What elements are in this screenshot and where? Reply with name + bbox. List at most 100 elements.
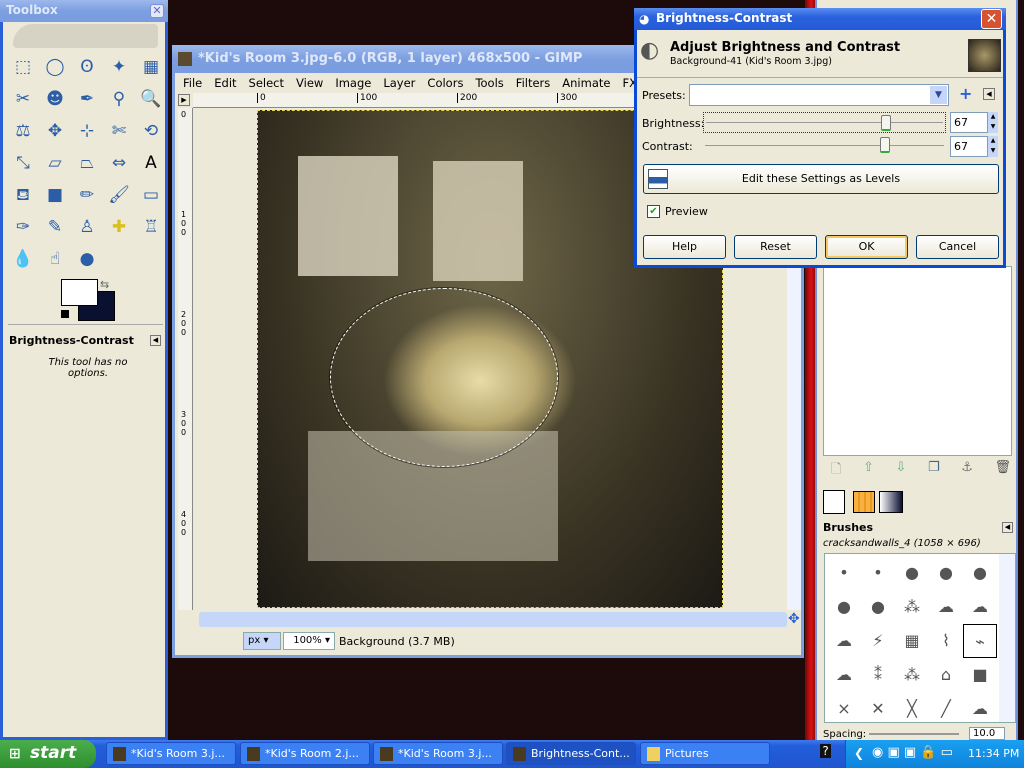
brush-item[interactable]: ● bbox=[895, 556, 929, 590]
move-tool-icon[interactable]: ✥ bbox=[42, 118, 68, 144]
tray-icons[interactable]: ◉ ▣ ▣ 🔒 ▭ bbox=[872, 745, 953, 760]
foreground-select-tool-icon[interactable]: ☻ bbox=[42, 86, 68, 112]
brush-item[interactable]: ● bbox=[929, 556, 963, 590]
measure-tool-icon[interactable]: ⚖ bbox=[10, 118, 36, 144]
ellipse-select-tool-icon[interactable]: ◯ bbox=[42, 54, 68, 80]
contrast-slider[interactable] bbox=[703, 135, 946, 156]
duplicate-layer-icon[interactable]: ❐ bbox=[928, 460, 940, 482]
spacing-slider[interactable] bbox=[869, 733, 959, 735]
dialog-titlebar[interactable]: ◕ Brightness-Contrast ✕ bbox=[634, 8, 1006, 30]
brush-item[interactable]: ⌇ bbox=[929, 624, 963, 658]
menu-animate[interactable]: Animate bbox=[562, 76, 610, 90]
paths-tool-icon[interactable]: ✒ bbox=[74, 86, 100, 112]
brush-item[interactable]: ✕ bbox=[861, 692, 895, 726]
perspective-clone-tool-icon[interactable]: ♖ bbox=[138, 214, 164, 240]
brush-item[interactable]: ⌂ bbox=[929, 658, 963, 692]
toolbox-close-button[interactable]: ✕ bbox=[150, 4, 164, 18]
color-picker-tool-icon[interactable]: ⚲ bbox=[106, 86, 132, 112]
brush-item[interactable]: ⌁ bbox=[963, 624, 997, 658]
scale-tool-icon[interactable]: ⤡ bbox=[10, 150, 36, 176]
brushes-grid[interactable]: • • ● ● ● ● ● ⁂ ☁ ☁ ☁ ⚡ ▦ ⌇ ⌁ ☁ ⁑ ⁂ ⌂ ■ × ✕ ╳ ╱ ☁ bbox=[824, 553, 1016, 723]
tab-patterns[interactable] bbox=[853, 491, 875, 513]
ink-tool-icon[interactable]: ✎ bbox=[42, 214, 68, 240]
contrast-input[interactable]: 67 bbox=[950, 136, 988, 157]
brightness-slider-thumb[interactable] bbox=[880, 115, 891, 131]
cancel-button[interactable]: Cancel bbox=[916, 235, 999, 259]
ok-button[interactable]: OK bbox=[825, 235, 908, 259]
heal-tool-icon[interactable]: ✚ bbox=[106, 214, 132, 240]
taskbar-item[interactable]: *Kid's Room 3.j... bbox=[373, 742, 503, 765]
unit-select[interactable]: px ▾ bbox=[243, 632, 281, 650]
text-tool-icon[interactable]: A bbox=[138, 150, 164, 176]
free-select-tool-icon[interactable]: ʘ bbox=[74, 54, 100, 80]
menu-file[interactable]: File bbox=[183, 76, 202, 90]
align-tool-icon[interactable]: ⊹ bbox=[74, 118, 100, 144]
foreground-color-swatch[interactable] bbox=[61, 279, 98, 306]
bucket-fill-tool-icon[interactable]: ⛾ bbox=[10, 182, 36, 208]
menu-colors[interactable]: Colors bbox=[427, 76, 463, 90]
horizontal-scrollbar[interactable] bbox=[199, 612, 787, 627]
navigate-icon[interactable]: ✥ bbox=[788, 611, 800, 627]
presets-combo[interactable]: ▼ bbox=[689, 84, 949, 106]
brushes-scrollbar[interactable] bbox=[999, 554, 1015, 722]
smudge-tool-icon[interactable]: ☝ bbox=[42, 246, 68, 272]
tab-brushes[interactable] bbox=[823, 490, 845, 514]
flip-tool-icon[interactable]: ⇔ bbox=[106, 150, 132, 176]
brush-item[interactable]: ☁ bbox=[827, 624, 861, 658]
eraser-tool-icon[interactable]: ▭ bbox=[138, 182, 164, 208]
rotate-tool-icon[interactable]: ⟲ bbox=[138, 118, 164, 144]
brush-item[interactable]: ▦ bbox=[895, 624, 929, 658]
menu-button-icon[interactable]: ▶ bbox=[178, 94, 190, 106]
brush-item[interactable]: ● bbox=[827, 590, 861, 624]
taskbar-item[interactable]: *Kid's Room 2.j... bbox=[240, 742, 370, 765]
brightness-input[interactable]: 67 bbox=[950, 112, 988, 133]
blend-tool-icon[interactable]: ■ bbox=[42, 182, 68, 208]
layers-list[interactable] bbox=[823, 266, 1012, 456]
anchor-layer-icon[interactable]: ⚓ bbox=[961, 460, 973, 482]
spacing-input[interactable]: 10.0 bbox=[969, 727, 1005, 740]
brush-item[interactable]: ⁑ bbox=[861, 658, 895, 692]
reset-button[interactable]: Reset bbox=[734, 235, 817, 259]
perspective-tool-icon[interactable]: ⏢ bbox=[74, 150, 100, 176]
chevron-down-icon[interactable]: ▼ bbox=[930, 86, 947, 104]
swap-colors-icon[interactable]: ⇆ bbox=[100, 278, 109, 291]
brush-item[interactable]: ● bbox=[963, 556, 997, 590]
brushes-menu-icon[interactable]: ◀ bbox=[1002, 522, 1013, 533]
taskbar-item[interactable]: Brightness-Cont... bbox=[506, 742, 636, 765]
menu-view[interactable]: View bbox=[296, 76, 323, 90]
brush-item[interactable]: ☁ bbox=[827, 658, 861, 692]
preview-checkbox[interactable]: ✔ bbox=[647, 205, 660, 218]
brush-item[interactable]: ⁂ bbox=[895, 590, 929, 624]
brush-item[interactable]: ☁ bbox=[963, 590, 997, 624]
menu-select[interactable]: Select bbox=[249, 76, 284, 90]
tab-menu-icon[interactable]: ◀ bbox=[150, 335, 161, 346]
shear-tool-icon[interactable]: ▱ bbox=[42, 150, 68, 176]
brush-item[interactable]: ● bbox=[861, 590, 895, 624]
dodge-burn-tool-icon[interactable]: ● bbox=[74, 246, 100, 272]
fuzzy-select-tool-icon[interactable]: ✦ bbox=[106, 54, 132, 80]
dialog-close-button[interactable]: ✕ bbox=[981, 9, 1002, 29]
pencil-tool-icon[interactable]: ✏ bbox=[74, 182, 100, 208]
contrast-spinner[interactable]: ▲ ▼ bbox=[988, 136, 998, 157]
help-button[interactable]: Help bbox=[643, 235, 726, 259]
lower-layer-icon[interactable]: ⇩ bbox=[896, 460, 907, 482]
brightness-spinner[interactable]: ▲ ▼ bbox=[988, 112, 998, 133]
menu-filters[interactable]: Filters bbox=[516, 76, 550, 90]
ellipse-selection[interactable] bbox=[330, 288, 558, 467]
brush-item[interactable]: × bbox=[827, 692, 861, 726]
preview-label[interactable]: Preview bbox=[665, 205, 708, 218]
blur-tool-icon[interactable]: 💧 bbox=[10, 246, 36, 272]
airbrush-tool-icon[interactable]: ✑ bbox=[10, 214, 36, 240]
brush-item[interactable]: ⁂ bbox=[895, 658, 929, 692]
brush-item[interactable]: ☁ bbox=[929, 590, 963, 624]
tray-expand-icon[interactable]: ❮ bbox=[854, 746, 864, 760]
toolbox-titlebar[interactable]: Toolbox ✕ bbox=[0, 0, 168, 22]
tab-gradients[interactable] bbox=[879, 491, 903, 513]
menu-tools[interactable]: Tools bbox=[475, 76, 503, 90]
paintbrush-tool-icon[interactable]: 🖌 bbox=[106, 182, 132, 208]
edit-as-levels-button[interactable]: Edit these Settings as Levels bbox=[643, 164, 999, 194]
contrast-slider-thumb[interactable] bbox=[879, 137, 890, 153]
start-button[interactable]: ⊞ start bbox=[0, 740, 96, 768]
brush-item[interactable]: ■ bbox=[963, 658, 997, 692]
raise-layer-icon[interactable]: ⇧ bbox=[863, 460, 874, 482]
